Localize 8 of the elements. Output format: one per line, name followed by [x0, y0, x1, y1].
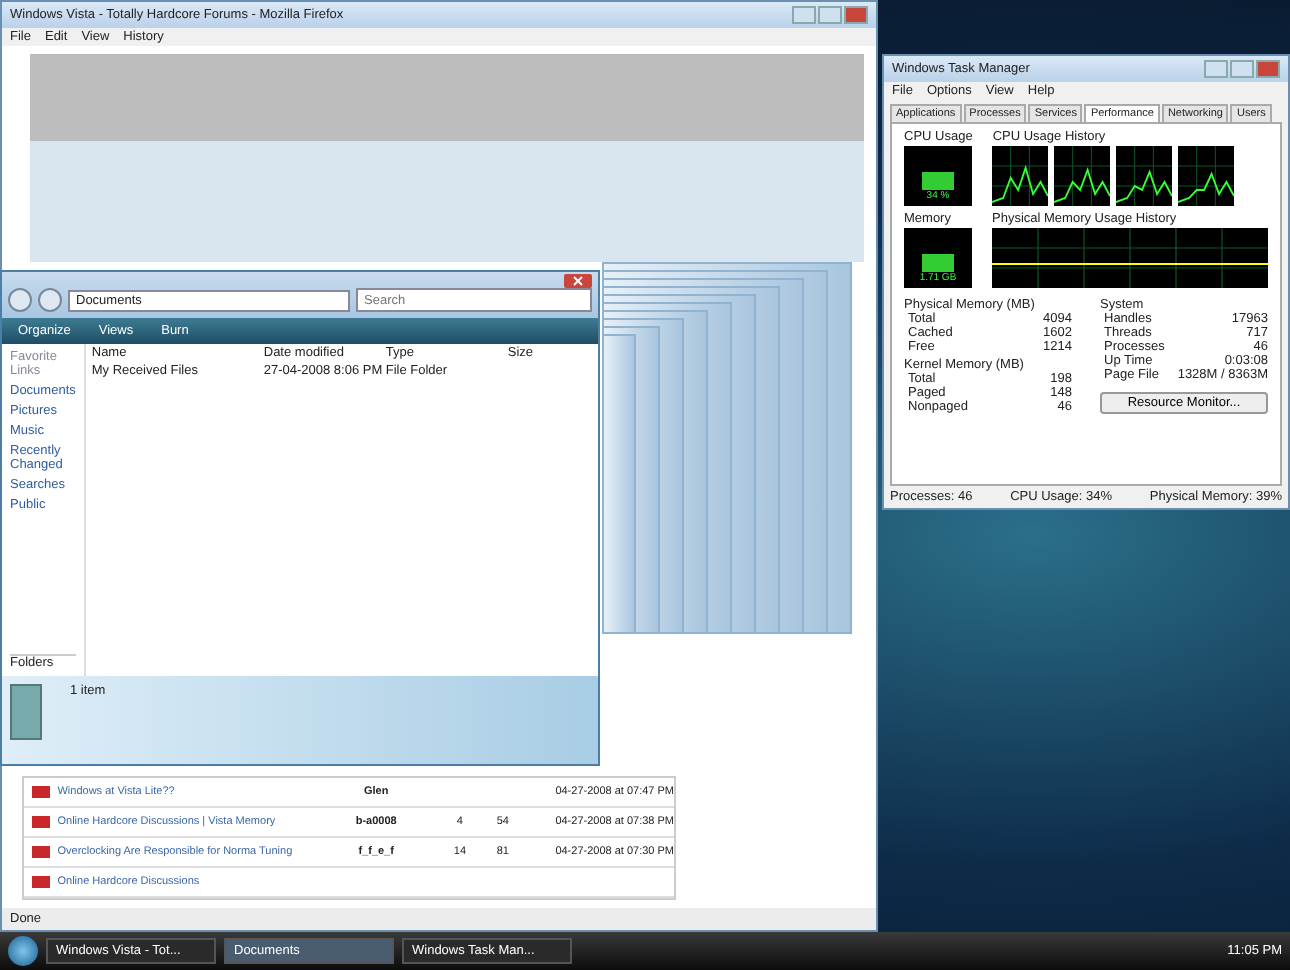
- window-controls-icon[interactable]: [792, 6, 868, 24]
- close-icon[interactable]: [564, 274, 592, 288]
- window-controls-icon[interactable]: [1204, 60, 1280, 78]
- cpu-history-graph: [992, 146, 1049, 206]
- start-button[interactable]: [8, 936, 38, 966]
- cpu-history-graph: [1054, 146, 1111, 206]
- cpu-history-graph: [1178, 146, 1235, 206]
- cpu-history-graph: [1116, 146, 1173, 206]
